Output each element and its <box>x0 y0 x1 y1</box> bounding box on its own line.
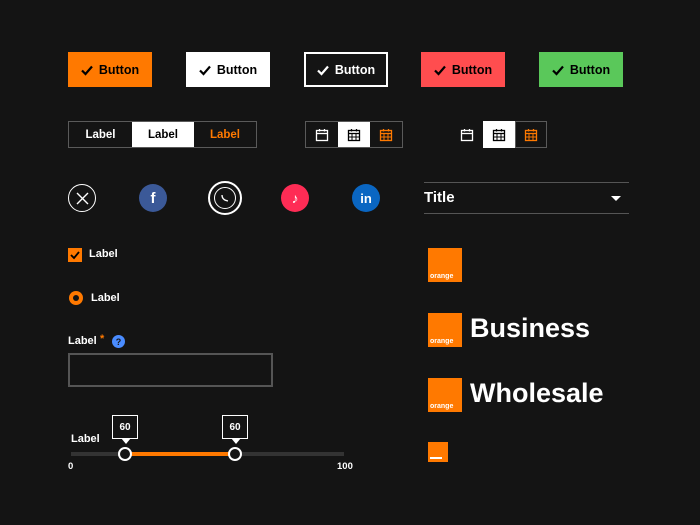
button-label: Button <box>451 62 493 77</box>
calendar-grid-icon <box>347 128 361 141</box>
slider-handle-low[interactable] <box>118 447 132 461</box>
phone-glyph <box>221 194 229 202</box>
slider-tooltip-low: 60 <box>112 415 138 444</box>
segment-option[interactable]: Label <box>194 122 256 147</box>
calendar-grid-icon <box>379 128 393 141</box>
wholesale-wordmark: Wholesale <box>470 378 604 408</box>
button-label: Button <box>216 62 258 77</box>
x-glyph <box>76 192 88 204</box>
check-icon <box>199 65 211 76</box>
linkedin-icon[interactable]: in <box>352 184 380 212</box>
checkbox[interactable] <box>68 248 82 262</box>
button-label: Button <box>334 62 376 77</box>
linkedin-glyph: in <box>360 190 372 206</box>
required-mark: * <box>100 333 105 345</box>
x-icon[interactable] <box>68 184 96 212</box>
segmented-control: Label Label Label <box>68 121 257 148</box>
slider-min: 0 <box>68 461 74 472</box>
radio-label: Label <box>91 292 120 304</box>
dropdown-title: Title <box>424 189 455 206</box>
success-button[interactable]: Button <box>539 52 623 87</box>
calendar-grid-icon <box>524 128 538 141</box>
slider-label: Label <box>71 433 100 445</box>
orange-wordmark: orange <box>430 403 454 410</box>
tiktok-glyph: ♪ <box>291 190 299 206</box>
whatsapp-inner-ring <box>214 187 236 209</box>
help-glyph: ? <box>115 336 122 347</box>
help-icon[interactable]: ? <box>112 335 125 348</box>
calendar-grid-icon <box>492 128 506 141</box>
title-dropdown[interactable]: Title <box>424 182 629 214</box>
text-input[interactable] <box>68 353 273 387</box>
segment-option-selected[interactable]: Label <box>132 122 194 147</box>
radio-button[interactable] <box>69 291 83 305</box>
slider-max: 100 <box>337 461 353 472</box>
primary-button[interactable]: Button <box>68 52 152 87</box>
orange-small-logo <box>428 442 448 462</box>
orange-wordmark: orange <box>430 273 454 280</box>
checkbox-label: Label <box>89 248 118 260</box>
icon-segmented-control-borderless <box>451 121 549 148</box>
calendar-option-selected[interactable] <box>338 122 370 147</box>
outline-button[interactable]: Button <box>304 52 388 87</box>
calendar-option[interactable] <box>515 121 547 148</box>
calendar-option[interactable] <box>306 122 338 147</box>
danger-button[interactable]: Button <box>421 52 505 87</box>
slider-tooltip-high: 60 <box>222 415 248 444</box>
facebook-icon[interactable]: f <box>139 184 167 212</box>
calendar-icon <box>460 128 474 141</box>
segment-option[interactable]: Label <box>69 122 132 147</box>
facebook-glyph: f <box>150 189 156 207</box>
icon-segmented-control <box>305 121 403 148</box>
secondary-button[interactable]: Button <box>186 52 270 87</box>
orange-business-logo: orange <box>428 313 462 347</box>
calendar-option-selected[interactable] <box>483 121 515 148</box>
check-icon <box>70 251 80 260</box>
check-icon <box>434 65 446 76</box>
calendar-option[interactable] <box>451 121 483 148</box>
tiktok-icon[interactable]: ♪ <box>281 184 309 212</box>
caret-down-icon <box>611 196 621 201</box>
slider-handle-high[interactable] <box>228 447 242 461</box>
calendar-icon <box>315 128 329 141</box>
check-icon <box>552 65 564 76</box>
check-icon <box>317 65 329 76</box>
button-label: Button <box>98 62 140 77</box>
radio-dot <box>73 295 79 301</box>
button-label: Button <box>569 62 611 77</box>
orange-logo: orange <box>428 248 462 282</box>
logo-bar <box>430 457 442 459</box>
slider-fill <box>125 452 235 456</box>
orange-wholesale-logo: orange <box>428 378 462 412</box>
orange-wordmark: orange <box>430 338 454 345</box>
check-icon <box>81 65 93 76</box>
calendar-option[interactable] <box>370 122 402 147</box>
field-label: Label <box>68 335 97 347</box>
business-wordmark: Business <box>470 313 591 343</box>
whatsapp-icon[interactable] <box>208 181 242 215</box>
